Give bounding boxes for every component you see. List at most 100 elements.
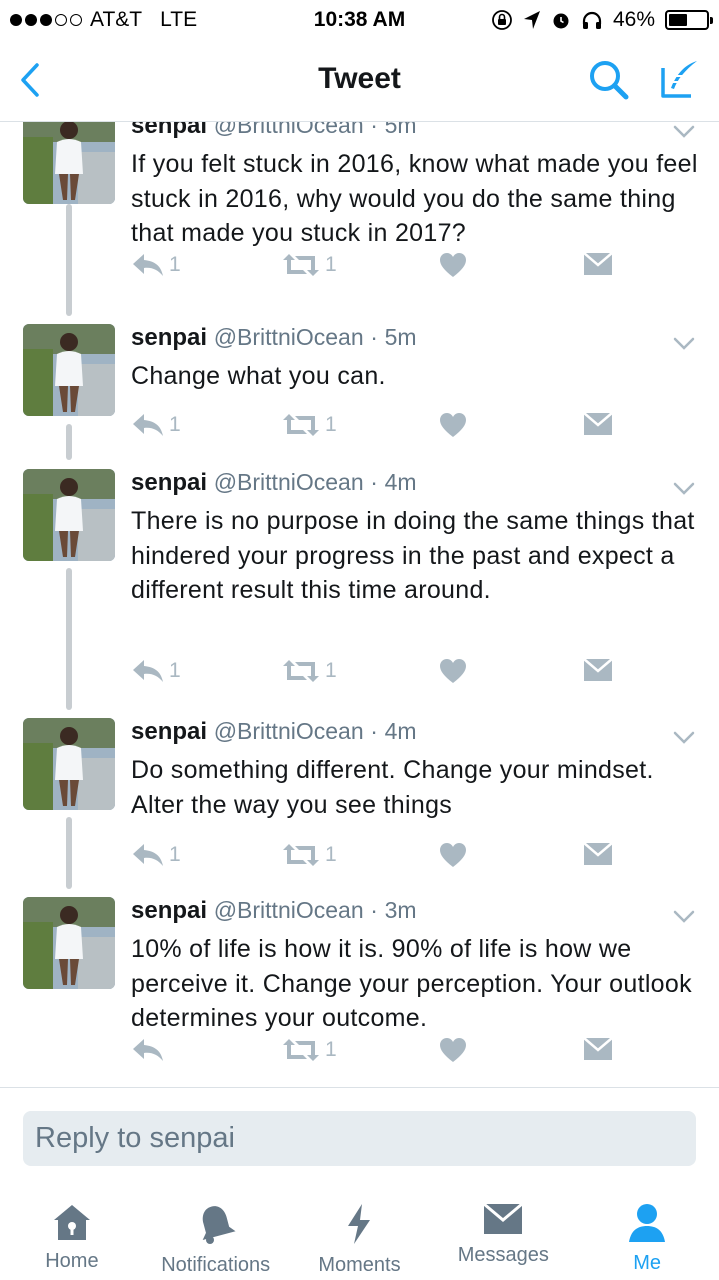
tab-label: Home: [45, 1250, 99, 1272]
tweet-menu-button[interactable]: [671, 330, 697, 356]
like-button[interactable]: [439, 252, 467, 278]
tweet-text: There is no purpose in doing the same th…: [131, 507, 695, 604]
retweet-button[interactable]: 1: [281, 412, 337, 438]
retweet-icon: [283, 1039, 319, 1061]
tweet[interactable]: senpai @BrittniOcean · 4m There is no pu…: [0, 469, 719, 698]
avatar[interactable]: [23, 122, 115, 204]
reply-button[interactable]: 1: [131, 252, 181, 278]
retweet-button[interactable]: 1: [281, 1037, 337, 1063]
like-button[interactable]: [439, 842, 467, 868]
tweet-time: 4m: [384, 469, 417, 495]
header-separator: ·: [370, 324, 378, 350]
avatar[interactable]: [23, 897, 115, 989]
reply-button[interactable]: 1: [131, 412, 181, 438]
tab-me[interactable]: Me: [575, 1186, 719, 1280]
retweet-button[interactable]: 1: [281, 252, 337, 278]
display-name[interactable]: senpai: [131, 718, 207, 745]
tab-label: Me: [633, 1252, 661, 1274]
heart-icon: [440, 253, 466, 277]
tweet[interactable]: senpai @BrittniOcean · 3m 10% of life is…: [0, 897, 719, 1077]
tweet-header: senpai @BrittniOcean · 5m: [131, 324, 417, 352]
search-button[interactable]: [587, 58, 631, 102]
avatar[interactable]: [23, 718, 115, 810]
tab-label: Notifications: [161, 1254, 271, 1276]
reply-count: 1: [169, 843, 181, 866]
heart-icon: [440, 1038, 466, 1062]
user-handle[interactable]: @BrittniOcean: [214, 122, 364, 138]
battery-icon: [665, 10, 713, 30]
user-handle[interactable]: @BrittniOcean: [214, 897, 364, 923]
retweet-button[interactable]: 1: [281, 658, 337, 684]
reply-icon: [133, 844, 163, 866]
direct-message-button[interactable]: [583, 252, 613, 276]
direct-message-button[interactable]: [583, 658, 613, 682]
tweet-header: senpai @BrittniOcean · 3m: [131, 897, 417, 925]
tweet-menu-button[interactable]: [671, 475, 697, 501]
reply-input[interactable]: Reply to senpai: [23, 1111, 696, 1166]
tab-label: Moments: [318, 1254, 401, 1276]
retweet-button[interactable]: 1: [281, 842, 337, 868]
header-separator: ·: [370, 718, 378, 744]
display-name[interactable]: senpai: [131, 469, 207, 496]
chevron-down-icon: [673, 337, 695, 350]
direct-message-button[interactable]: [583, 1037, 613, 1061]
signal-strength-icon: [10, 14, 82, 26]
user-handle[interactable]: @BrittniOcean: [214, 718, 364, 744]
tweet-menu-button[interactable]: [671, 903, 697, 929]
display-name[interactable]: senpai: [131, 897, 207, 924]
compose-icon: [661, 61, 697, 98]
tab-notifications[interactable]: Notifications: [144, 1186, 288, 1280]
retweet-count: 1: [325, 843, 337, 866]
tweet[interactable]: senpai @BrittniOcean · 4m Do something d…: [0, 718, 719, 882]
tweet-time: 5m: [384, 324, 417, 350]
home-icon: [50, 1202, 94, 1242]
chevron-down-icon: [673, 731, 695, 744]
direct-message-button[interactable]: [583, 412, 613, 436]
display-name[interactable]: senpai: [131, 324, 207, 351]
envelope-icon: [583, 412, 613, 435]
tweet-menu-button[interactable]: [671, 724, 697, 750]
envelope-icon: [583, 842, 613, 865]
avatar[interactable]: [23, 469, 115, 561]
reply-count: 1: [169, 659, 181, 682]
like-button[interactable]: [439, 658, 467, 684]
envelope-icon: [583, 1037, 613, 1060]
reply-button[interactable]: 1: [131, 658, 181, 684]
tweet-actions: 1: [131, 1037, 631, 1067]
back-button[interactable]: [10, 58, 50, 102]
search-icon: [590, 61, 629, 100]
network-type: LTE: [160, 8, 198, 31]
tweet-time: 5m: [384, 122, 417, 138]
tweet-time: 3m: [384, 897, 417, 923]
like-button[interactable]: [439, 1037, 467, 1063]
chevron-down-icon: [673, 910, 695, 923]
display-name[interactable]: senpai: [131, 122, 207, 139]
like-button[interactable]: [439, 412, 467, 438]
envelope-icon: [482, 1202, 524, 1236]
tweet-header: senpai @BrittniOcean · 4m: [131, 718, 417, 746]
tweet[interactable]: senpai @BrittniOcean · 5m Change what yo…: [0, 324, 719, 452]
direct-message-button[interactable]: [583, 842, 613, 866]
tab-messages[interactable]: Messages: [431, 1186, 575, 1280]
orientation-lock-icon: [492, 10, 512, 30]
user-handle[interactable]: @BrittniOcean: [214, 324, 364, 350]
tab-label: Messages: [457, 1244, 549, 1266]
reply-button[interactable]: [131, 1037, 169, 1063]
tweet-actions: 1 1: [131, 412, 631, 442]
user-handle[interactable]: @BrittniOcean: [214, 469, 364, 495]
tab-home[interactable]: Home: [0, 1186, 144, 1280]
heart-icon: [440, 659, 466, 683]
avatar[interactable]: [23, 324, 115, 416]
tab-bar: Home Notifications Moments Messages Me: [0, 1186, 719, 1280]
retweet-icon: [283, 660, 319, 682]
retweet-icon: [283, 844, 319, 866]
tweet-header: senpai @BrittniOcean · 4m: [131, 469, 417, 497]
compose-tweet-button[interactable]: [657, 58, 703, 102]
tweet[interactable]: senpai @BrittniOcean · 5m If you felt st…: [0, 122, 719, 292]
envelope-icon: [583, 252, 613, 275]
tab-moments[interactable]: Moments: [288, 1186, 432, 1280]
retweet-icon: [283, 254, 319, 276]
reply-button[interactable]: 1: [131, 842, 181, 868]
tweet-menu-button[interactable]: [671, 122, 697, 144]
heart-icon: [440, 843, 466, 867]
